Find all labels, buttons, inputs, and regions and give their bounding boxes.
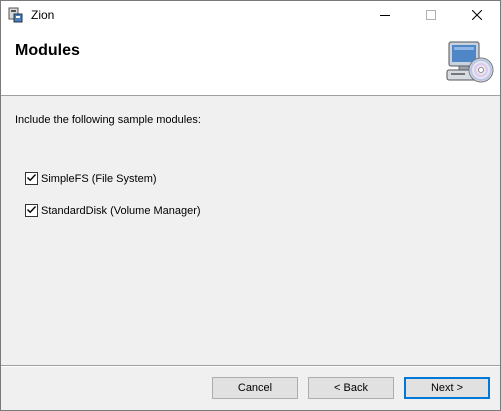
simplefs-label[interactable]: SimpleFS (File System) xyxy=(41,173,157,185)
window-title: Zion xyxy=(31,8,55,22)
page-title: Modules xyxy=(15,42,80,59)
maximize-icon xyxy=(426,9,436,23)
footer-divider-highlight xyxy=(1,366,500,367)
modules-instruction: Include the following sample modules: xyxy=(15,114,201,126)
standarddisk-label[interactable]: StandardDisk (Volume Manager) xyxy=(41,205,201,217)
standarddisk-checkbox[interactable] xyxy=(25,204,38,217)
simplefs-checkbox[interactable] xyxy=(25,172,38,185)
back-button[interactable]: < Back xyxy=(308,377,394,399)
installer-window: Zion Modules Include the following sampl… xyxy=(0,0,501,411)
minimize-button[interactable] xyxy=(362,1,408,30)
next-button[interactable]: Next > xyxy=(404,377,490,399)
minimize-icon xyxy=(380,9,390,23)
maximize-button[interactable] xyxy=(408,1,454,30)
header-banner: Modules xyxy=(1,30,500,96)
checkmark-icon xyxy=(26,172,37,186)
checkmark-icon xyxy=(26,204,37,218)
close-button[interactable] xyxy=(454,1,500,30)
module-option-simplefs[interactable]: SimpleFS (File System) xyxy=(25,172,157,185)
cancel-button[interactable]: Cancel xyxy=(212,377,298,399)
computer-cd-icon xyxy=(445,40,495,86)
close-icon xyxy=(471,9,483,23)
module-option-standarddisk[interactable]: StandardDisk (Volume Manager) xyxy=(25,204,201,217)
installer-app-icon xyxy=(7,7,23,23)
title-bar: Zion xyxy=(1,1,500,30)
